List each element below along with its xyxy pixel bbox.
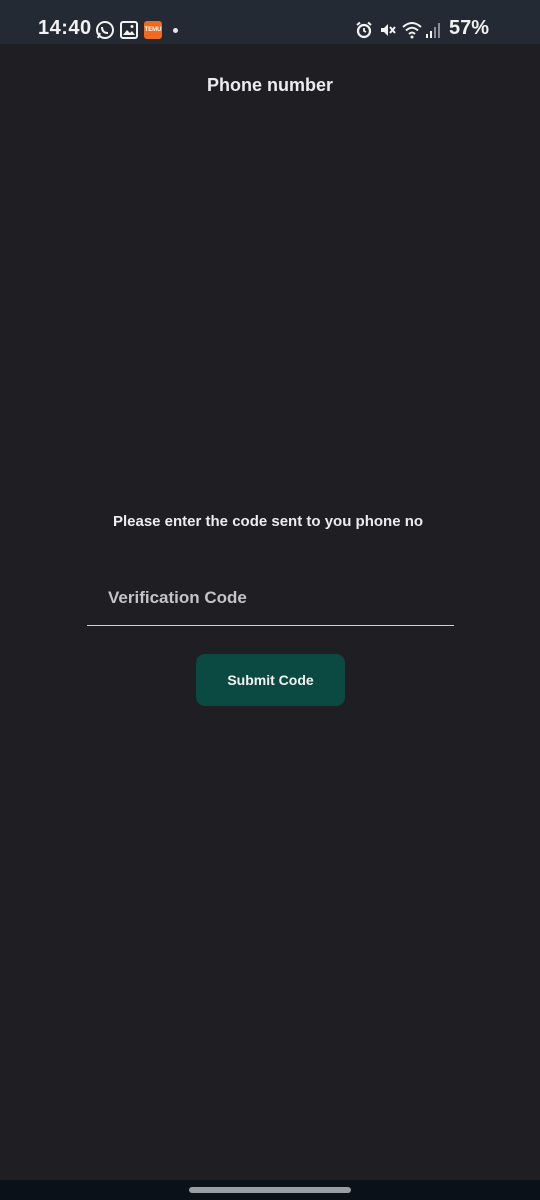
temu-icon: TEMU — [144, 21, 162, 39]
mute-icon — [379, 21, 397, 39]
status-time: 14:40 — [38, 17, 92, 39]
page-title: Phone number — [206, 75, 333, 95]
alarm-icon — [355, 21, 373, 39]
home-gesture-handle[interactable] — [189, 1187, 351, 1193]
submit-code-button[interactable]: Submit Code — [196, 654, 345, 706]
phone-screen: 14:40 TEMU 57% Phone number Please enter… — [0, 0, 540, 1200]
whatsapp-icon — [95, 21, 115, 39]
gallery-icon — [120, 21, 138, 39]
temu-badge-text: TEMU — [144, 21, 162, 39]
verification-code-input[interactable] — [87, 570, 454, 626]
wifi-icon — [401, 21, 423, 39]
verification-prompt: Please enter the code sent to you phone … — [112, 513, 424, 530]
battery-level: 57% — [448, 17, 489, 39]
signal-icon — [425, 21, 441, 39]
navigation-bar — [0, 1180, 540, 1200]
notification-dot-icon — [173, 21, 178, 39]
status-bar: 14:40 TEMU 57% — [0, 0, 540, 44]
